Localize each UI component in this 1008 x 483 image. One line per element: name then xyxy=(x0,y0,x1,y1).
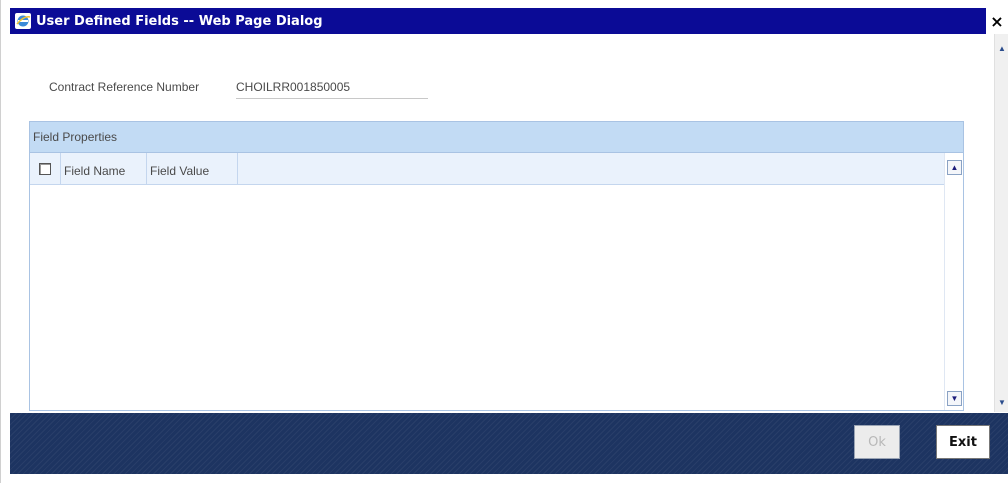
grid-scroll-down-icon[interactable]: ▼ xyxy=(947,391,962,406)
select-all-checkbox[interactable] xyxy=(39,162,51,175)
grid-scrollbar[interactable]: ▲ ▼ xyxy=(944,153,963,410)
close-icon[interactable]: × xyxy=(986,8,1008,34)
grid-scroll-up-icon[interactable]: ▲ xyxy=(947,160,962,175)
field-properties-grid: Field Name Field Value xyxy=(30,152,945,410)
footer-bar: Ok Exit xyxy=(10,413,1008,474)
scroll-down-icon[interactable]: ▼ xyxy=(996,396,1008,408)
scroll-up-icon[interactable]: ▲ xyxy=(996,42,1008,54)
dialog-window: User Defined Fields -- Web Page Dialog ×… xyxy=(0,0,1008,483)
exit-button[interactable]: Exit xyxy=(936,425,990,459)
field-properties-panel: Field Properties Field Name Field Value … xyxy=(29,121,964,411)
ie-page-icon xyxy=(12,10,34,32)
window-title: User Defined Fields -- Web Page Dialog xyxy=(36,13,323,29)
title-bar[interactable]: User Defined Fields -- Web Page Dialog xyxy=(10,8,1008,34)
column-header-field-name[interactable]: Field Name xyxy=(61,152,147,185)
section-title: Field Properties xyxy=(30,122,963,153)
contract-reference-field[interactable]: CHOILRR001850005 xyxy=(236,79,428,99)
contract-reference-label: Contract Reference Number xyxy=(49,80,200,94)
column-header-field-value[interactable]: Field Value xyxy=(147,152,238,185)
ok-button[interactable]: Ok xyxy=(854,425,900,459)
select-all-cell xyxy=(30,152,61,185)
grid-header-row: Field Name Field Value xyxy=(30,152,945,185)
window-scrollbar[interactable]: ▲ ▼ xyxy=(994,34,1008,412)
